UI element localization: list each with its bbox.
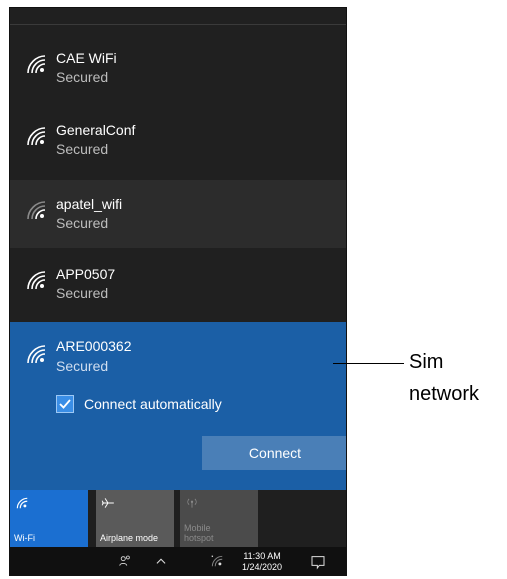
hotspot-icon <box>187 498 197 508</box>
network-name: apatel_wifi <box>56 196 123 212</box>
airplane-mode-toggle[interactable]: Airplane mode <box>96 490 174 547</box>
connect-automatically-checkbox[interactable] <box>56 395 74 413</box>
wifi-signal-icon <box>27 201 46 220</box>
wifi-icon <box>16 497 28 509</box>
network-item[interactable]: GeneralConf Secured <box>10 106 346 174</box>
network-name: APP0507 <box>56 266 116 282</box>
connect-automatically-label[interactable]: Connect automatically <box>84 396 222 412</box>
chevron-up-icon[interactable] <box>154 554 168 568</box>
clock-time: 11:30 AM <box>243 551 281 561</box>
hotspot-label-line2: hotspot <box>184 533 214 543</box>
system-clock[interactable]: 11:30 AM 1/24/2020 <box>242 551 282 573</box>
wifi-flyout: CAE WiFi Secured GeneralConf Secured apa… <box>9 7 347 576</box>
network-item[interactable]: APP0507 Secured <box>10 250 346 318</box>
wifi-tile-label: Wi-Fi <box>14 533 35 543</box>
annotation-label: Sim network <box>409 346 479 410</box>
selected-network[interactable]: ARE000362 Secured Connect automatically … <box>10 322 346 492</box>
network-name: ARE000362 <box>56 338 132 354</box>
network-item[interactable]: apatel_wifi Secured <box>10 180 346 248</box>
airplane-icon <box>101 498 114 508</box>
mobile-hotspot-toggle[interactable]: Mobile hotspot <box>180 490 258 547</box>
network-status: Secured <box>56 141 109 157</box>
network-status: Secured <box>56 69 109 85</box>
network-status: Secured <box>56 358 109 374</box>
annotation-line1: Sim <box>409 351 444 373</box>
divider <box>10 24 346 25</box>
taskbar: 11:30 AM 1/24/2020 <box>10 547 346 575</box>
network-name: GeneralConf <box>56 122 136 138</box>
wifi-signal-icon <box>27 345 46 364</box>
wifi-signal-icon <box>27 127 46 146</box>
checkmark-icon <box>59 399 71 409</box>
annotation-line2: network <box>409 383 480 405</box>
clock-date: 1/24/2020 <box>242 562 283 572</box>
connect-button[interactable]: Connect <box>202 436 346 470</box>
network-status: Secured <box>56 215 109 231</box>
wifi-signal-icon <box>27 271 46 290</box>
wifi-toggle[interactable]: Wi-Fi <box>10 490 88 547</box>
hotspot-tile-label: Mobile hotspot <box>184 523 214 543</box>
airplane-tile-label: Airplane mode <box>100 533 159 543</box>
annotation-line <box>333 363 404 364</box>
wifi-status-icon[interactable] <box>210 554 224 568</box>
network-name: CAE WiFi <box>56 50 117 66</box>
people-icon[interactable] <box>118 554 132 568</box>
wifi-signal-icon <box>27 55 46 74</box>
network-status: Secured <box>56 285 109 301</box>
hotspot-label-line1: Mobile <box>184 523 211 533</box>
notification-icon[interactable] <box>310 554 326 570</box>
quick-actions: Wi-Fi Airplane mode Mobile hotspot <box>10 490 346 547</box>
network-item[interactable]: CAE WiFi Secured <box>10 34 346 102</box>
